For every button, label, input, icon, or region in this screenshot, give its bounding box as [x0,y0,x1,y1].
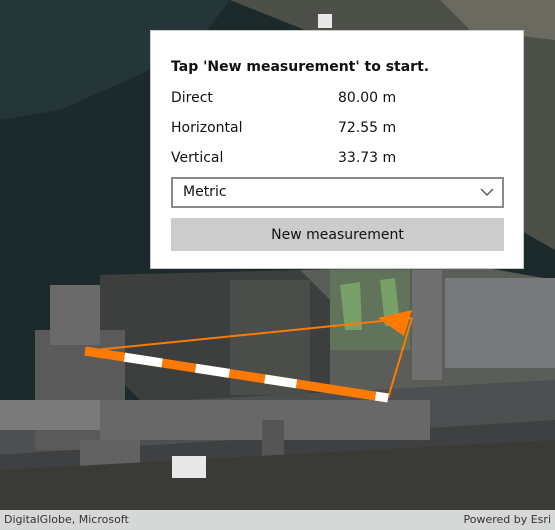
direct-value: 80.00 m [338,90,397,106]
vertical-value: 33.73 m [338,150,397,166]
attribution-bar: DigitalGlobe, Microsoft Powered by Esri [0,510,555,530]
direct-label: Direct [171,90,213,106]
horizontal-value: 72.55 m [338,120,397,136]
unit-system-selected: Metric [183,184,227,200]
attribution-text: DigitalGlobe, Microsoft [4,513,129,526]
chevron-down-icon [480,188,494,196]
vertical-label: Vertical [171,150,224,166]
direct-row: Direct 80.00 m [171,90,501,110]
new-measurement-button[interactable]: New measurement [171,218,504,251]
horizontal-row: Horizontal 72.55 m [171,120,501,140]
vertical-row: Vertical 33.73 m [171,150,501,170]
instruction-text: Tap 'New measurement' to start. [171,59,430,75]
powered-by-text[interactable]: Powered by Esri [463,513,551,526]
unit-system-select[interactable]: Metric [171,177,504,208]
horizontal-label: Horizontal [171,120,243,136]
measurement-panel: Tap 'New measurement' to start. Direct 8… [150,30,524,269]
